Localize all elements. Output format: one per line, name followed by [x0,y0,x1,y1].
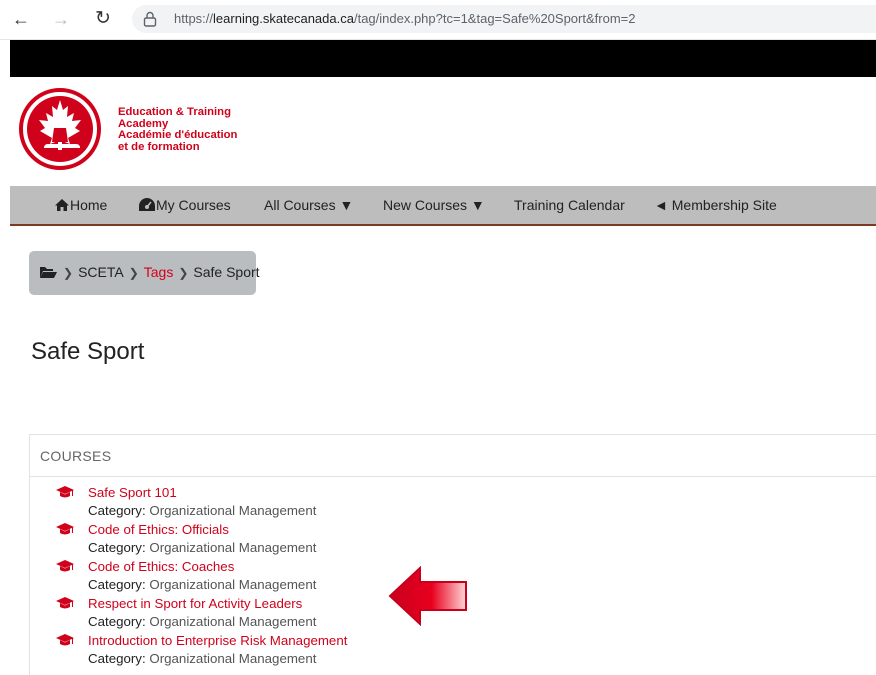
page-title: Safe Sport [31,338,145,365]
url-path: /tag/index.php?tc=1&tag=Safe%20Sport&fro… [353,11,636,26]
maple-leaf-skate-logo[interactable] [18,86,102,172]
course-category: Category: Organizational Management [88,577,316,592]
chevron-right-icon: ❯ [128,266,139,280]
courses-panel: COURSES Safe Sport 101 Category: Organiza… [29,434,876,675]
url-text[interactable]: https://learning.skatecanada.ca/tag/inde… [174,11,635,26]
category-label: Category: [88,503,146,518]
address-bar[interactable]: https://learning.skatecanada.ca/tag/inde… [132,5,876,33]
brand-name: Education & Training Academy Académie d'… [118,106,237,153]
nav-new-courses[interactable]: New Courses ▼ [383,197,485,213]
category-value: Organizational Management [149,577,317,592]
reload-icon[interactable]: ↻ [90,6,116,32]
chevron-right-icon: ❯ [63,266,74,280]
folder-open-icon [40,267,57,278]
graduation-cap-icon [56,597,74,609]
courses-heading: COURSES [40,448,112,464]
nav-membership-site[interactable]: ◄ Membership Site [654,197,777,213]
category-label: Category: [88,614,146,629]
lock-icon[interactable] [143,11,157,27]
back-arrow-icon[interactable]: ← [8,6,34,32]
breadcrumb-item-tags[interactable]: Tags [144,264,174,280]
top-banner [10,40,876,77]
nav-home[interactable]: Home [54,197,107,213]
category-value: Organizational Management [149,651,317,666]
nav-home-label: Home [70,197,108,213]
course-title-link[interactable]: Safe Sport 101 [88,485,177,500]
chevron-right-icon: ❯ [178,266,189,280]
course-category: Category: Organizational Management [88,503,316,518]
main-navigation: Home My Courses All Courses ▼ New Course… [10,186,876,226]
graduation-cap-icon [56,486,74,498]
breadcrumb-trail: ❯ SCETA ❯ Tags ❯ Safe Sport [39,264,260,280]
brand-line-1: Education & Training [118,106,231,118]
brand-line-4: et de formation [118,140,200,153]
breadcrumb-item-sceta[interactable]: SCETA [78,264,124,280]
category-value: Organizational Management [149,540,317,555]
course-title-link[interactable]: Code of Ethics: Officials [88,522,229,537]
nav-my-courses[interactable]: My Courses [138,197,231,213]
course-title-link[interactable]: Code of Ethics: Coaches [88,559,234,574]
category-label: Category: [88,540,146,555]
courses-header: COURSES [30,435,876,477]
red-arrow-annotation [388,566,467,626]
graduation-cap-icon [56,560,74,572]
breadcrumb-item-current: Safe Sport [193,264,260,280]
category-label: Category: [88,651,146,666]
url-prefix: https:// [174,11,214,26]
course-category: Category: Organizational Management [88,651,316,666]
course-category: Category: Organizational Management [88,614,316,629]
home-icon [55,199,69,211]
graduation-cap-icon [56,523,74,535]
nav-my-courses-label: My Courses [156,197,231,213]
nav-all-courses[interactable]: All Courses ▼ [264,197,353,213]
category-value: Organizational Management [149,503,317,518]
course-category: Category: Organizational Management [88,540,316,555]
dashboard-icon [139,198,155,211]
url-host: learning.skatecanada.ca [213,11,354,26]
breadcrumb: ❯ SCETA ❯ Tags ❯ Safe Sport [29,251,260,295]
course-title-link[interactable]: Introduction to Enterprise Risk Manageme… [88,633,347,648]
nav-training-calendar[interactable]: Training Calendar [514,197,625,213]
graduation-cap-icon [56,634,74,646]
browser-toolbar: ← → ↻ https://learning.skatecanada.ca/ta… [0,0,876,40]
forward-arrow-icon[interactable]: → [48,6,74,32]
course-title-link[interactable]: Respect in Sport for Activity Leaders [88,596,302,611]
category-value: Organizational Management [149,614,317,629]
category-label: Category: [88,577,146,592]
